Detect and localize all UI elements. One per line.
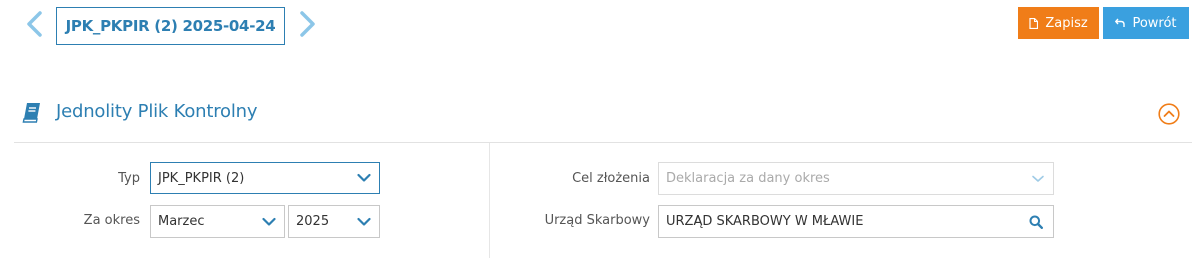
type-label: Typ [118,171,140,186]
year-select-value: 2025 [296,214,330,229]
previous-document-chevron-icon[interactable] [24,11,46,37]
month-select[interactable]: Marzec [150,205,285,238]
back-button-label: Powrót [1132,15,1177,31]
return-arrow-icon [1115,18,1126,27]
month-select-value: Marzec [158,214,205,229]
purpose-select-value: Deklaracja za dany okres [666,171,830,186]
book-icon [22,103,40,123]
purpose-label: Cel złożenia [572,171,650,186]
section-divider [14,142,1192,143]
type-select[interactable]: JPK_PKPIR (2) [150,162,380,194]
chevron-down-icon [357,217,371,226]
chevron-down-icon [357,173,371,182]
search-icon[interactable] [1029,215,1043,229]
year-select[interactable]: 2025 [288,205,380,238]
section-header: Jednolity Plik Kontrolny [22,100,1192,128]
column-divider [489,143,490,258]
save-button-label: Zapisz [1045,15,1088,31]
purpose-select: Deklaracja za dany okres [658,162,1054,195]
tax-office-field[interactable]: URZĄD SKARBOWY W MŁAWIE [658,205,1054,238]
type-select-value: JPK_PKPIR (2) [158,170,245,186]
tax-office-label: Urząd Skarbowy [544,213,650,228]
next-document-chevron-icon[interactable] [296,11,318,37]
period-label: Za okres [83,213,140,228]
collapse-chevron-up-icon[interactable] [1158,103,1180,125]
chevron-down-icon [1032,175,1044,182]
save-button[interactable]: Zapisz [1018,7,1099,39]
tax-office-value: URZĄD SKARBOWY W MŁAWIE [666,214,864,229]
back-button[interactable]: Powrót [1103,7,1189,39]
chevron-down-icon [262,217,276,226]
section-title: Jednolity Plik Kontrolny [56,101,258,122]
file-icon [1029,17,1039,29]
document-title: JPK_PKPIR (2) 2025-04-24 [56,7,285,45]
